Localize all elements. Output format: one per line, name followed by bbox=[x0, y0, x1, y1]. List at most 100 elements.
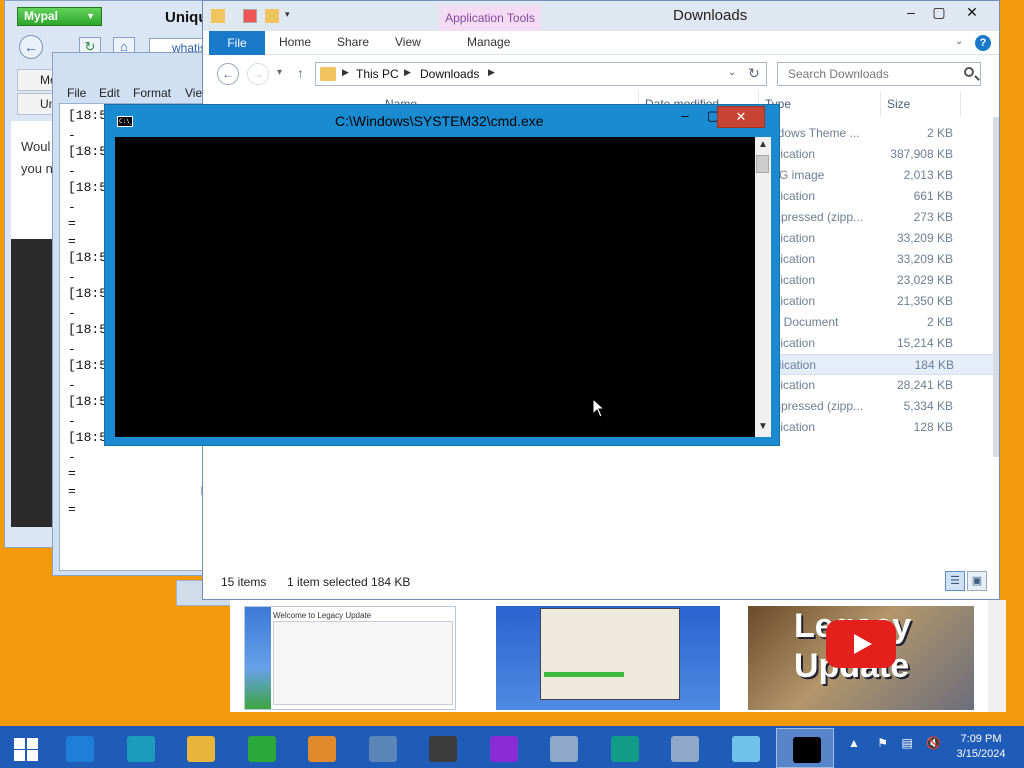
file-size: 33,209 KB bbox=[896, 231, 953, 245]
windows-logo-icon bbox=[14, 738, 25, 749]
store-icon bbox=[247, 736, 276, 762]
taskbar-button[interactable] bbox=[50, 728, 108, 768]
tab-view[interactable]: View bbox=[395, 35, 421, 49]
tab-home[interactable]: Home bbox=[279, 35, 311, 49]
taskbar-button[interactable] bbox=[232, 728, 290, 768]
video-thumbnail[interactable]: Welcome to Legacy Update bbox=[244, 606, 456, 710]
menu-edit[interactable]: Edit bbox=[99, 86, 120, 100]
start-button[interactable] bbox=[6, 734, 42, 762]
chevron-right-icon[interactable]: ▶ bbox=[342, 67, 349, 78]
file-size: 273 KB bbox=[913, 210, 953, 224]
taskbar-button[interactable] bbox=[716, 728, 774, 768]
breadcrumb-downloads[interactable]: Downloads bbox=[420, 67, 479, 81]
clock[interactable]: 7:09 PM 3/15/2024 bbox=[946, 732, 1016, 762]
scroll-down-icon[interactable]: ▼ bbox=[758, 421, 768, 432]
forward-button[interactable]: → bbox=[247, 63, 269, 85]
chevron-right-icon[interactable]: ▶ bbox=[488, 67, 495, 78]
back-button[interactable]: ← bbox=[217, 63, 239, 85]
minimize-button[interactable]: – bbox=[671, 106, 699, 128]
folder-icon[interactable] bbox=[211, 9, 225, 23]
scrollbar[interactable] bbox=[988, 600, 1006, 712]
xp-wallpaper-graphic bbox=[245, 607, 271, 709]
notepad-line: - bbox=[68, 342, 76, 357]
file-type: mpressed (zipp... bbox=[771, 210, 864, 224]
menu-view[interactable]: Vie bbox=[185, 86, 202, 100]
new-folder-icon[interactable] bbox=[265, 9, 279, 23]
scroll-thumb[interactable] bbox=[756, 155, 769, 173]
menu-file[interactable]: File bbox=[67, 86, 86, 100]
column-size[interactable]: Size bbox=[881, 91, 961, 117]
file-size: 128 KB bbox=[913, 420, 953, 434]
refresh-icon[interactable]: ↻ bbox=[748, 65, 760, 82]
youtube-play-icon[interactable] bbox=[826, 620, 896, 668]
mypal-menu-button[interactable]: Mypal ▼ bbox=[17, 7, 102, 26]
large-icons-view-button[interactable]: ▣ bbox=[967, 571, 987, 591]
notepad-line: = bbox=[68, 234, 76, 249]
taskbar-button[interactable] bbox=[292, 728, 350, 768]
address-bar[interactable]: ▶ This PC ▶ Downloads ▶ ⌄ ↻ bbox=[315, 62, 767, 86]
chevron-down-icon: ▼ bbox=[86, 11, 95, 21]
taskbar-button[interactable] bbox=[595, 728, 653, 768]
chevron-right-icon[interactable]: ▶ bbox=[404, 67, 411, 78]
video-thumbnail[interactable]: LegacyUpdate bbox=[748, 606, 974, 710]
scrollbar[interactable]: ▲ ▼ bbox=[755, 137, 771, 437]
tab-manage[interactable]: Manage bbox=[467, 35, 510, 49]
cmd-window: C:\_ C:\Windows\SYSTEM32\cmd.exe – ▢ ✕ ▲… bbox=[104, 104, 780, 446]
installer2-icon bbox=[671, 736, 699, 762]
system-tray: ▲ ⚑ ▤ 🔇 bbox=[848, 736, 941, 750]
chevron-up-icon[interactable]: ▲ bbox=[848, 736, 860, 750]
notepad-line: - bbox=[68, 200, 76, 215]
minimize-button[interactable]: – bbox=[897, 3, 925, 23]
taskbar-button[interactable] bbox=[655, 728, 713, 768]
taskbar-button[interactable] bbox=[474, 728, 532, 768]
selection-info: 1 item selected 184 KB bbox=[287, 575, 411, 589]
breadcrumb-this-pc[interactable]: This PC bbox=[356, 67, 399, 81]
browser-text-line: you n bbox=[21, 161, 53, 176]
file-size: 5,334 KB bbox=[903, 399, 953, 413]
notepad-line: [18:5 bbox=[68, 358, 108, 373]
cmd-icon: C:\_ bbox=[117, 116, 134, 127]
details-view-button[interactable]: ☰ bbox=[945, 571, 965, 591]
notepad-line: - bbox=[68, 128, 76, 143]
file-type: xt Document bbox=[771, 315, 839, 329]
network-icon[interactable]: ▤ bbox=[901, 736, 912, 750]
taskbar-button[interactable] bbox=[413, 728, 471, 768]
notepad-line: - bbox=[68, 450, 76, 465]
tab-file[interactable]: File bbox=[209, 31, 265, 55]
explorer-titlebar[interactable]: ▾ Application Tools Downloads – ▢ ✕ bbox=[203, 1, 999, 31]
taskbar: ▲ ⚑ ▤ 🔇 7:09 PM 3/15/2024 bbox=[0, 726, 1024, 768]
video-thumbnail[interactable] bbox=[496, 606, 720, 710]
taskbar-button[interactable] bbox=[776, 728, 834, 768]
scroll-up-icon[interactable]: ▲ bbox=[758, 139, 768, 150]
taskbar-button[interactable] bbox=[353, 728, 411, 768]
notepad-line: [18:5 bbox=[68, 322, 108, 337]
file-size: 2 KB bbox=[926, 126, 953, 140]
taskbar-button[interactable] bbox=[171, 728, 229, 768]
taskbar-button[interactable] bbox=[111, 728, 169, 768]
volume-muted-icon[interactable]: 🔇 bbox=[926, 736, 941, 750]
expand-ribbon-icon[interactable]: ⌄ bbox=[955, 36, 963, 47]
file-size: 2 KB bbox=[926, 315, 953, 329]
taskbar-button[interactable] bbox=[534, 728, 592, 768]
navigation-bar: ← → ▾ ↑ ▶ This PC ▶ Downloads ▶ ⌄ ↻ Sear… bbox=[203, 57, 999, 89]
close-button[interactable]: ✕ bbox=[949, 3, 995, 23]
menu-format[interactable]: Format bbox=[133, 86, 171, 100]
close-button[interactable]: ✕ bbox=[717, 106, 765, 128]
up-arrow-icon[interactable]: ↑ bbox=[297, 65, 304, 81]
recent-locations-icon[interactable]: ▾ bbox=[277, 67, 282, 78]
console-area[interactable] bbox=[115, 137, 755, 437]
back-button[interactable]: ← bbox=[19, 35, 43, 59]
search-input[interactable]: Search Downloads bbox=[777, 62, 981, 86]
thumbnail-dialog bbox=[273, 621, 453, 705]
chevron-down-icon[interactable]: ⌄ bbox=[728, 67, 736, 78]
raccoon-icon bbox=[429, 736, 457, 762]
mouse-cursor-icon bbox=[592, 398, 606, 418]
action-center-icon[interactable]: ⚑ bbox=[877, 736, 888, 750]
chevron-down-icon[interactable]: ▾ bbox=[285, 9, 299, 23]
scrollbar[interactable] bbox=[993, 117, 999, 457]
help-icon[interactable]: ? bbox=[975, 35, 991, 51]
notepad-line: - bbox=[68, 164, 76, 179]
notepad-line: [18:5 bbox=[68, 144, 108, 159]
properties-icon[interactable] bbox=[243, 9, 257, 23]
tab-share[interactable]: Share bbox=[337, 35, 369, 49]
